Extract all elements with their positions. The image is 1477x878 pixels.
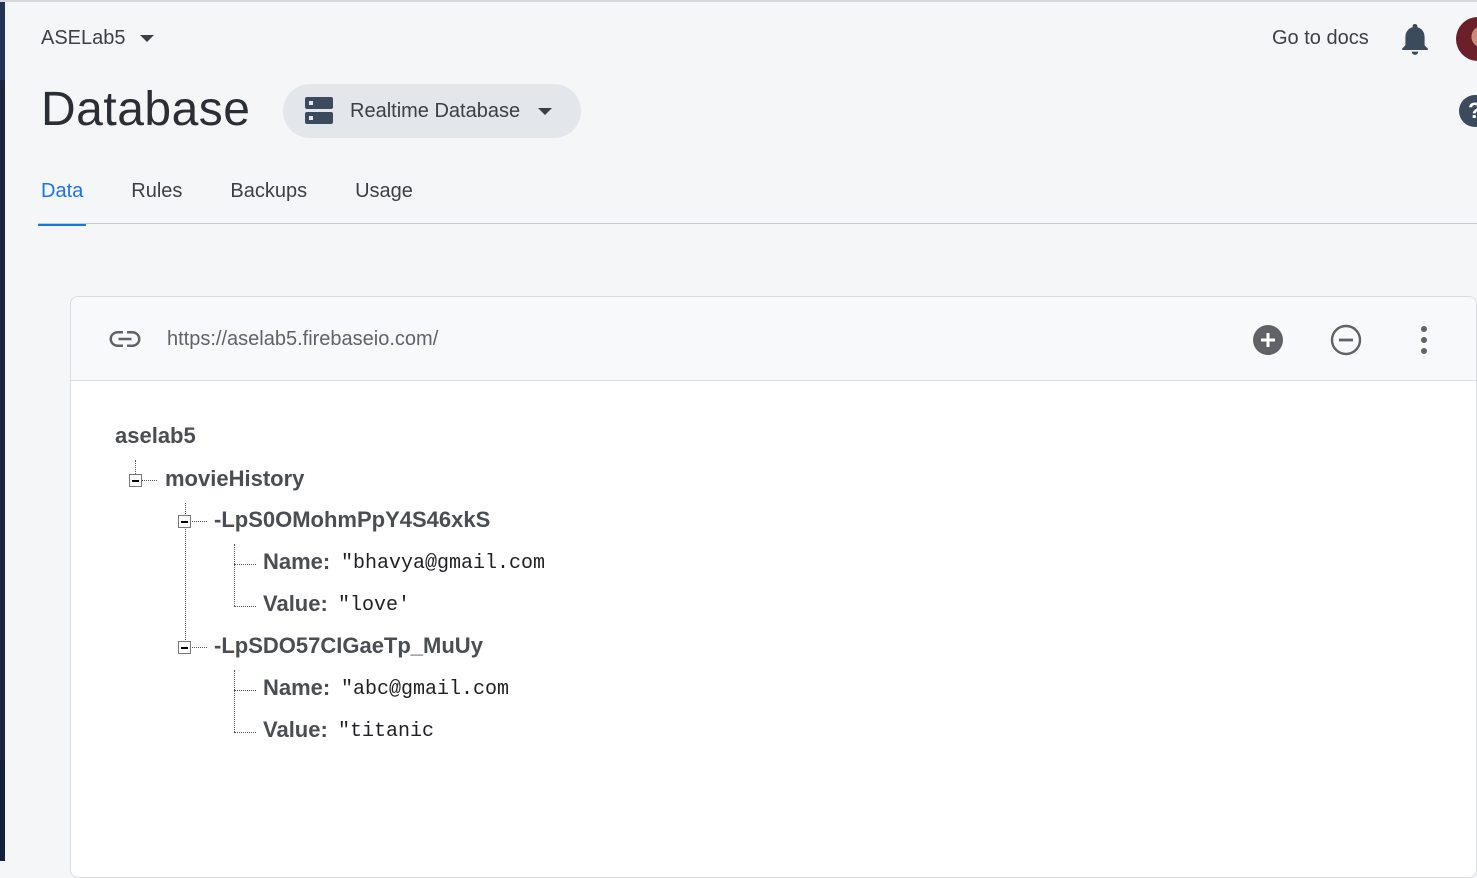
project-name: ASELab5 [41,27,126,49]
page-title: Database [41,83,251,136]
field-value[interactable]: "abc@gmail.com [341,678,509,701]
top-divider [0,0,1477,2]
field-key: Name: [263,549,331,574]
database-icon [305,97,333,124]
add-circle-icon[interactable] [1252,324,1284,356]
left-nav-rail [0,0,5,861]
tree-connector [234,606,256,607]
tree-root[interactable]: aselab5 [115,423,196,449]
user-avatar[interactable] [1456,17,1477,61]
field-value[interactable]: "titanic [338,720,434,743]
panel-toolbar: https://aselab5.firebaseio.com/ [71,297,1476,381]
tree-connector [192,647,207,648]
collapse-toggle[interactable] [178,641,191,654]
tab-bar: Data Rules Backups Usage [38,170,458,226]
tree-connector [234,544,235,606]
field-key: Value: [263,717,328,742]
tab-usage[interactable]: Usage [352,170,416,225]
tab-backups[interactable]: Backups [227,170,310,225]
database-type-selector[interactable]: Realtime Database [283,84,581,138]
collapse-toggle[interactable] [129,474,142,487]
tree-connector [234,564,256,565]
more-vert-icon[interactable] [1414,324,1434,356]
tabs-divider [38,223,1477,224]
tree-connector [192,521,207,522]
field-key: Name: [263,675,331,700]
collapse-toggle[interactable] [178,515,191,528]
tree-connector [142,480,157,481]
bell-icon[interactable] [1401,24,1429,56]
database-type-label: Realtime Database [350,99,521,122]
tree-connector [234,670,235,732]
tree-connector [234,690,256,691]
tree-node-entry[interactable]: -LpSDO57CIGaeTp_MuUy [214,633,483,659]
project-selector[interactable]: ASELab5 [41,27,154,50]
chevron-down-icon [538,107,553,115]
field-key: Value: [263,591,328,616]
tree-connector [234,732,256,733]
chevron-down-icon [139,35,154,42]
field-value[interactable]: "bhavya@gmail.com [341,552,545,575]
tab-data[interactable]: Data [38,170,87,226]
help-icon[interactable]: ? [1459,95,1477,127]
link-icon [109,331,141,347]
tab-rules[interactable]: Rules [128,170,185,225]
go-to-docs-link[interactable]: Go to docs [1272,27,1369,50]
tree-node-moviehistory[interactable]: movieHistory [165,466,304,492]
data-panel: https://aselab5.firebaseio.com/ aselab5 … [70,296,1477,878]
remove-circle-icon[interactable] [1330,324,1362,356]
field-value[interactable]: "love' [338,594,410,617]
database-url[interactable]: https://aselab5.firebaseio.com/ [167,328,438,351]
tree-node-entry[interactable]: -LpS0OMohmPpY4S46xkS [214,507,490,533]
